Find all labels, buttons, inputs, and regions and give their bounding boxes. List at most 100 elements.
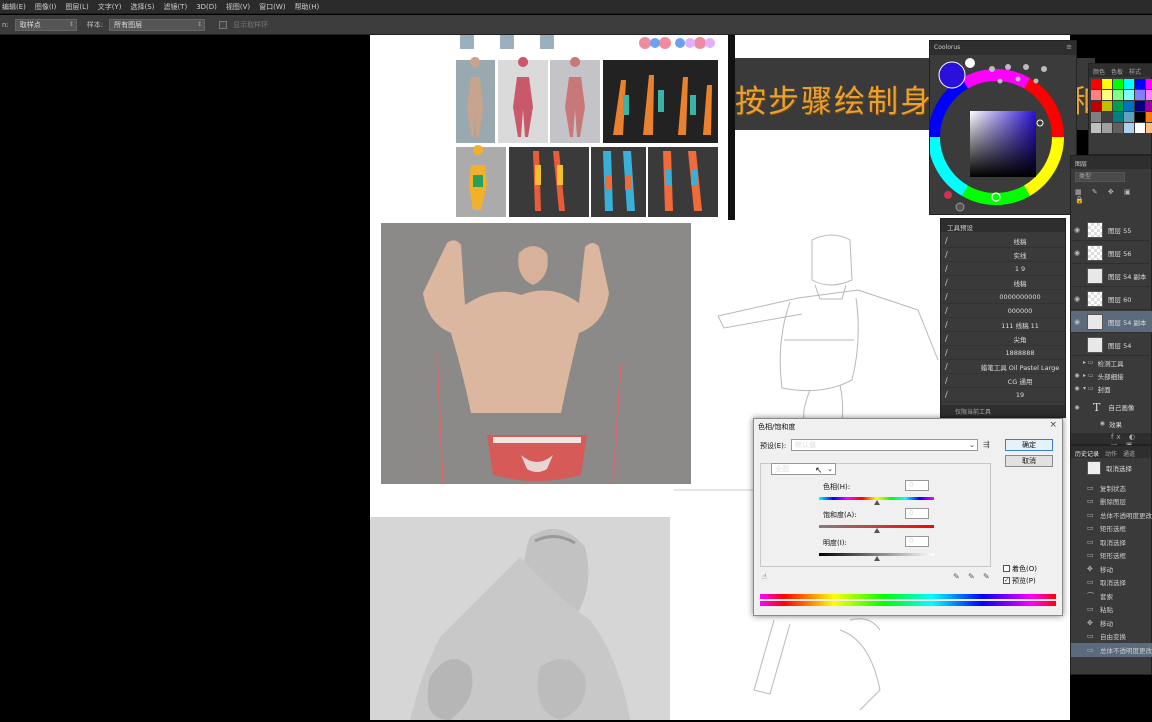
text-layer[interactable]: ◉ T 自己画像	[1071, 399, 1152, 415]
tool-preset-item[interactable]: ∕ 0000000000	[941, 290, 1065, 304]
menu-3d[interactable]: 3D(D)	[196, 3, 217, 11]
eye-icon[interactable]: ◉	[1071, 249, 1083, 257]
eye-icon[interactable]: ◉	[1071, 226, 1083, 234]
layer-row[interactable]: ◉ 图层 60	[1071, 288, 1152, 310]
color-swatch[interactable]	[1091, 112, 1101, 122]
color-swatch[interactable]	[1124, 79, 1134, 89]
preset-options-icon[interactable]: ⇶	[983, 440, 990, 449]
eye-icon[interactable]: ◉	[1071, 372, 1083, 379]
color-swatch[interactable]	[1113, 90, 1123, 100]
layer-row[interactable]: 图层 54 副本	[1071, 265, 1152, 287]
close-icon[interactable]: ×	[1049, 420, 1057, 430]
color-swatch[interactable]	[1091, 90, 1101, 100]
tool-preset-item[interactable]: ∕ 线稿	[941, 276, 1065, 290]
color-swatch[interactable]	[1124, 101, 1134, 111]
layers-tab[interactable]: 图层	[1071, 156, 1151, 169]
layer-row-selected[interactable]: ◉ 图层 54 副本	[1071, 311, 1152, 333]
history-item[interactable]: ▭ 取消选择	[1071, 535, 1152, 549]
history-item[interactable]: ▭ 总体不透明度更改	[1071, 508, 1152, 522]
tab-color[interactable]: 颜色	[1093, 67, 1105, 76]
menu-edit[interactable]: 编辑(E)	[2, 2, 26, 12]
tab-actions[interactable]: 动作	[1105, 449, 1117, 458]
color-swatch[interactable]	[1146, 90, 1152, 100]
color-swatch[interactable]	[1146, 112, 1152, 122]
colorize-checkbox[interactable]	[1003, 565, 1010, 572]
history-item[interactable]: ✥ 移动	[1071, 562, 1152, 576]
color-wheel[interactable]	[930, 55, 1076, 215]
ok-button[interactable]: 确定	[1005, 439, 1053, 451]
tool-preset-item[interactable]: ∕ 111 线稿 11	[941, 318, 1065, 332]
color-swatch[interactable]	[1102, 123, 1112, 133]
color-swatch[interactable]	[1091, 101, 1101, 111]
eye-icon[interactable]: ◉	[1071, 404, 1083, 411]
tool-preset-item[interactable]: ∕ 实线	[941, 248, 1065, 262]
tool-preset-item[interactable]: ∕ 000000	[941, 304, 1065, 318]
tool-preset-item[interactable]: ∕ 1888888	[941, 346, 1065, 360]
history-item[interactable]: ▭ 矩形选框	[1071, 522, 1152, 536]
menu-view[interactable]: 视图(V)	[226, 2, 250, 12]
color-swatch[interactable]	[1102, 79, 1112, 89]
channel-select[interactable]: 全图 ⌄	[771, 463, 836, 475]
panel-menu-icon[interactable]: ≡	[1066, 43, 1072, 51]
color-swatch[interactable]	[1113, 112, 1123, 122]
tool-preset-item[interactable]: ∕ CG 通用	[941, 374, 1065, 388]
coolorus-tab[interactable]: Coolorus	[930, 41, 1076, 55]
color-swatch[interactable]	[1135, 112, 1145, 122]
color-swatch[interactable]	[1102, 101, 1112, 111]
eye-icon[interactable]: ◉	[1071, 420, 1105, 427]
color-swatch[interactable]	[1113, 101, 1123, 111]
menu-type[interactable]: 文字(Y)	[98, 2, 122, 12]
color-swatch[interactable]	[1091, 79, 1101, 89]
layer-row[interactable]: ◉ 图层 55	[1071, 219, 1152, 241]
color-swatch[interactable]	[1146, 79, 1152, 89]
tool-preset-item[interactable]: ∕ 19	[941, 388, 1065, 402]
color-swatch[interactable]	[1091, 123, 1101, 133]
color-swatch[interactable]	[1135, 101, 1145, 111]
lightness-slider-knob[interactable]	[874, 556, 880, 561]
tool-preset-item[interactable]: ∕ 尖角	[941, 332, 1065, 346]
history-snapshot[interactable]: 取消选择	[1075, 460, 1151, 476]
layer-group[interactable]: ▸ ▭ 检测工具	[1071, 356, 1152, 369]
eye-icon[interactable]: ◉	[1071, 295, 1083, 303]
color-swatch[interactable]	[1146, 123, 1152, 133]
history-item[interactable]: ▭ 取消选择	[1071, 576, 1152, 590]
eye-icon[interactable]: ◉	[1071, 318, 1083, 326]
preset-select[interactable]: 默认值 ⌄	[791, 439, 978, 451]
color-swatch[interactable]	[1102, 112, 1112, 122]
tool-presets-tab[interactable]: 工具预设	[941, 219, 1065, 232]
color-swatch[interactable]	[1135, 123, 1145, 133]
menu-window[interactable]: 窗口(W)	[259, 2, 285, 12]
tool-preset-item[interactable]: ∕ 1 9	[941, 262, 1065, 276]
color-swatch[interactable]	[1124, 90, 1134, 100]
hand-adjust-icon[interactable]: ☝	[762, 572, 767, 581]
history-item[interactable]: ⌒ 套索	[1071, 589, 1152, 603]
menu-help[interactable]: 帮助(H)	[295, 2, 320, 12]
current-tool-only-label[interactable]: 仅限当前工具	[955, 407, 991, 416]
layer-kind-filter[interactable]: 类型	[1075, 172, 1125, 182]
color-swatch[interactable]	[1135, 79, 1145, 89]
tab-swatches[interactable]: 色板	[1111, 67, 1123, 76]
hue-slider-knob[interactable]	[874, 500, 880, 505]
sample-size-select[interactable]: 取样点	[14, 18, 77, 31]
history-item[interactable]: ▭ 粘贴	[1071, 603, 1152, 617]
saturation-input[interactable]: 0	[905, 508, 929, 519]
color-swatch[interactable]	[1102, 90, 1112, 100]
eyedropper-plus-icon[interactable]: ✎	[968, 572, 975, 581]
history-item[interactable]: ▭ 自由变换	[1071, 630, 1152, 644]
layer-row[interactable]: 图层 54	[1071, 334, 1152, 356]
menu-image[interactable]: 图像(I)	[35, 2, 57, 12]
tool-preset-item[interactable]: ∕ 蜡笔工具 Oil Pastel Large	[941, 360, 1065, 374]
saturation-slider-knob[interactable]	[874, 528, 880, 533]
preview-checkbox[interactable]: ✓	[1003, 577, 1010, 584]
layer-effects[interactable]: ◉ 效果	[1071, 417, 1152, 430]
tab-styles[interactable]: 样式	[1129, 67, 1141, 76]
color-swatch[interactable]	[1146, 101, 1152, 111]
menu-filter[interactable]: 滤镜(T)	[163, 2, 187, 12]
layer-group[interactable]: ◉ ▸ ▭ 头部细接	[1071, 369, 1152, 382]
hue-input[interactable]: 0	[905, 480, 929, 491]
layer-lock-icons[interactable]: ▦ ✎ ✥ ▣ 🔒	[1075, 188, 1149, 204]
color-swatch[interactable]	[1124, 112, 1134, 122]
history-item[interactable]: ▭ 总体不透明度更改	[1071, 643, 1152, 657]
history-item[interactable]: ✥ 移动	[1071, 616, 1152, 630]
history-item[interactable]: ▭ 复制状态	[1071, 481, 1152, 495]
